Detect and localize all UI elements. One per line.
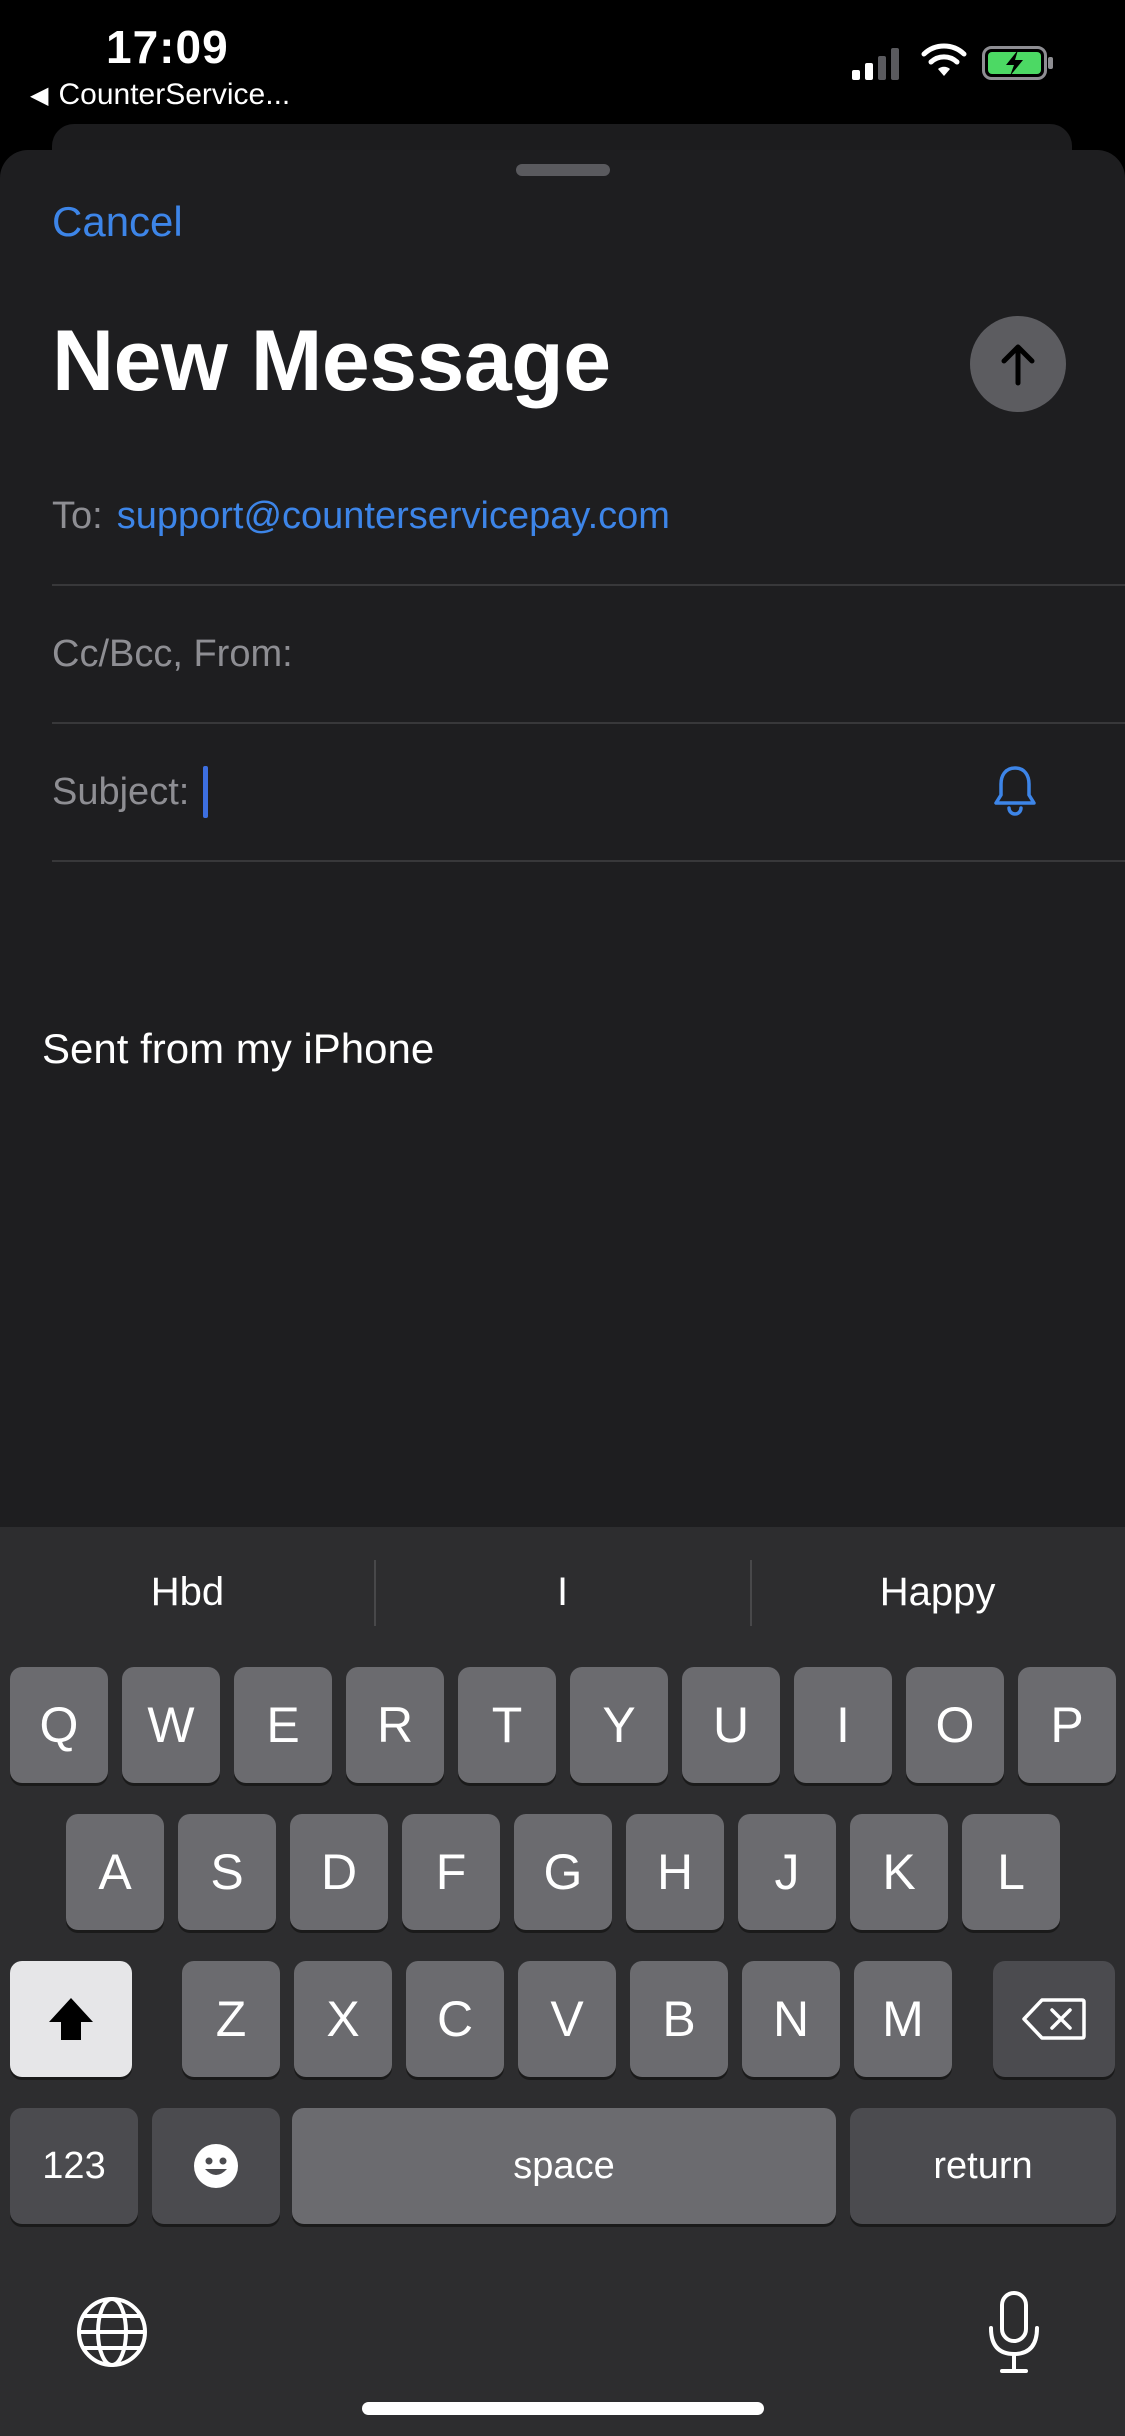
back-to-app-link[interactable]: ◀ CounterService... (30, 78, 290, 112)
globe-icon[interactable] (74, 2294, 150, 2370)
back-app-label: CounterService... (58, 78, 291, 111)
return-key[interactable]: return (850, 2108, 1116, 2224)
microphone-icon[interactable] (986, 2290, 1042, 2376)
key-d[interactable]: D (290, 1814, 388, 1930)
shift-arrow-icon (49, 1998, 93, 2040)
cancel-button[interactable]: Cancel (52, 198, 183, 246)
arrow-up-icon (1001, 344, 1035, 386)
key-k[interactable]: K (850, 1814, 948, 1930)
key-w[interactable]: W (122, 1667, 220, 1783)
emoji-key[interactable] (152, 2108, 280, 2224)
send-button[interactable] (970, 316, 1066, 412)
delete-key[interactable] (993, 1961, 1115, 2077)
key-b[interactable]: B (630, 1961, 728, 2077)
subject-field[interactable]: Subject: (52, 724, 1125, 862)
key-o[interactable]: O (906, 1667, 1004, 1783)
numbers-key[interactable]: 123 (10, 2108, 138, 2224)
key-n[interactable]: N (742, 1961, 840, 2077)
back-triangle-icon: ◀ (30, 81, 49, 109)
key-g[interactable]: G (514, 1814, 612, 1930)
key-e[interactable]: E (234, 1667, 332, 1783)
key-t[interactable]: T (458, 1667, 556, 1783)
to-field[interactable]: To: support@counterservicepay.com (52, 448, 1125, 586)
key-x[interactable]: X (294, 1961, 392, 2077)
cellular-signal-icon (852, 48, 899, 80)
page-title: New Message (52, 313, 611, 409)
key-p[interactable]: P (1018, 1667, 1116, 1783)
status-time: 17:09 (106, 21, 229, 73)
key-u[interactable]: U (682, 1667, 780, 1783)
key-a[interactable]: A (66, 1814, 164, 1930)
message-body[interactable]: Sent from my iPhone (42, 1025, 434, 1073)
backspace-icon (1022, 1998, 1086, 2040)
key-j[interactable]: J (738, 1814, 836, 1930)
shift-key[interactable] (10, 1961, 132, 2077)
key-l[interactable]: L (962, 1814, 1060, 1930)
key-i[interactable]: I (794, 1667, 892, 1783)
key-z[interactable]: Z (182, 1961, 280, 2077)
text-cursor (203, 766, 209, 818)
subject-label: Subject: (52, 770, 190, 813)
to-recipient[interactable]: support@counterservicepay.com (117, 495, 670, 538)
cc-bcc-from-field[interactable]: Cc/Bcc, From: (52, 586, 1125, 724)
key-r[interactable]: R (346, 1667, 444, 1783)
wifi-icon (921, 43, 967, 76)
key-v[interactable]: V (518, 1961, 616, 2077)
home-indicator[interactable] (362, 2402, 764, 2415)
key-m[interactable]: M (854, 1961, 952, 2077)
key-q[interactable]: Q (10, 1667, 108, 1783)
key-c[interactable]: C (406, 1961, 504, 2077)
cc-bcc-label: Cc/Bcc, From: (52, 632, 293, 675)
bell-icon[interactable] (992, 764, 1038, 816)
sheet-grabber[interactable] (516, 164, 610, 176)
key-h[interactable]: H (626, 1814, 724, 1930)
suggestion-3[interactable]: Happy (750, 1527, 1125, 1657)
battery-charging-icon (982, 46, 1053, 80)
key-s[interactable]: S (178, 1814, 276, 1930)
suggestion-2[interactable]: I (375, 1527, 750, 1657)
key-y[interactable]: Y (570, 1667, 668, 1783)
key-f[interactable]: F (402, 1814, 500, 1930)
space-key[interactable]: space (292, 2108, 836, 2224)
to-label: To: (52, 494, 103, 537)
suggestion-1[interactable]: Hbd (0, 1527, 375, 1657)
emoji-icon (194, 2144, 238, 2188)
